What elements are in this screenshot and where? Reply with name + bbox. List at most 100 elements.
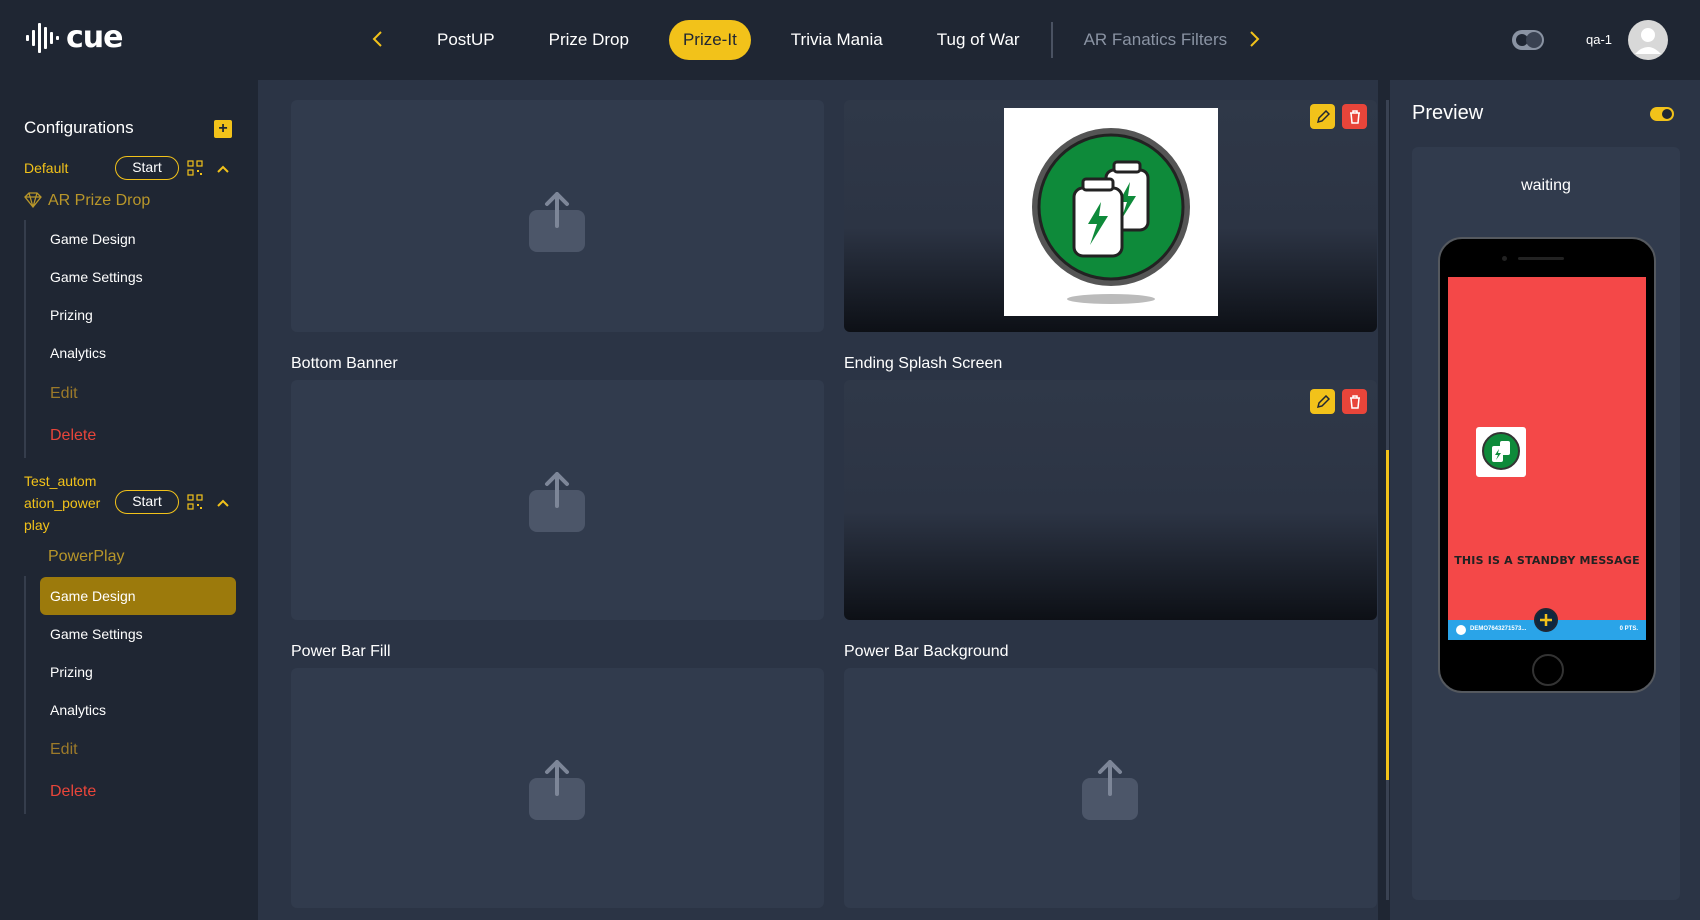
menu-edit[interactable]: Edit xyxy=(40,731,236,769)
card-label-bottom-banner: Bottom Banner xyxy=(291,355,398,372)
config-name-line: play xyxy=(24,517,50,533)
phone-score-bar: DEMO7643271573... 0 PTS. xyxy=(1448,608,1646,640)
tab-postup[interactable]: PostUP xyxy=(423,20,509,60)
upload-icon xyxy=(529,760,585,820)
menu-game-settings[interactable]: Game Settings xyxy=(40,258,236,296)
theme-toggle-knob xyxy=(1526,32,1542,48)
add-button[interactable] xyxy=(1534,608,1558,632)
qr-code-icon[interactable] xyxy=(187,494,203,510)
phone-mockup: THIS IS A STANDBY MESSAGE DEMO7643271573… xyxy=(1438,237,1656,693)
config-name-test-automation[interactable]: Test_autom ation_power play xyxy=(24,470,100,536)
edit-button[interactable] xyxy=(1310,104,1335,129)
sidebar: Configurations + Default Start AR Prize … xyxy=(0,80,258,920)
config-name-line: ation_power xyxy=(24,495,101,511)
info-icon xyxy=(1456,625,1466,635)
tree-line xyxy=(24,576,26,814)
pencil-icon xyxy=(1316,394,1330,408)
preview-container: waiting THIS IS A STANDBY MESSAGE DEMO76… xyxy=(1412,147,1680,900)
upload-card-bottom-banner[interactable] xyxy=(291,380,824,620)
qr-code-icon[interactable] xyxy=(187,160,203,176)
upload-icon xyxy=(529,472,585,532)
menu-game-design[interactable]: Game Design xyxy=(40,577,236,615)
uploaded-image xyxy=(1004,108,1218,316)
config-name-line: Test_autom xyxy=(24,473,97,489)
upload-icon xyxy=(1082,760,1138,820)
card-label-power-bar-background: Power Bar Background xyxy=(844,643,1009,660)
game-tabs: PostUP Prize Drop Prize-It Trivia Mania … xyxy=(410,20,1254,60)
card-actions xyxy=(1310,389,1367,414)
card-label-power-bar-fill: Power Bar Fill xyxy=(291,643,391,660)
scrollbar[interactable] xyxy=(1386,100,1389,900)
standby-message: THIS IS A STANDBY MESSAGE xyxy=(1454,554,1640,567)
configurations-title: Configurations xyxy=(24,118,134,137)
start-button[interactable]: Start xyxy=(115,490,179,514)
preview-panel: Preview waiting THIS IS A STANDBY MESSAG… xyxy=(1390,80,1700,920)
trash-icon xyxy=(1349,109,1360,124)
menu-analytics[interactable]: Analytics xyxy=(40,691,236,729)
pencil-icon xyxy=(1316,109,1330,123)
config-name-default[interactable]: Default xyxy=(24,157,68,179)
score-bar-left: DEMO7643271573... xyxy=(1470,626,1527,632)
delete-button[interactable] xyxy=(1342,389,1367,414)
user-icon xyxy=(1635,28,1661,54)
edit-button[interactable] xyxy=(1310,389,1335,414)
upload-card-power-bar-fill[interactable] xyxy=(291,668,824,908)
chevron-right-icon xyxy=(1250,31,1260,47)
logo-text: cue xyxy=(66,20,123,55)
phone-camera xyxy=(1502,256,1507,261)
chevron-left-icon xyxy=(372,31,382,47)
menu-prizing[interactable]: Prizing xyxy=(40,296,236,334)
diamond-icon xyxy=(24,192,42,208)
theme-toggle[interactable] xyxy=(1512,30,1544,50)
phone-speaker xyxy=(1518,257,1564,260)
delete-button[interactable] xyxy=(1342,104,1367,129)
energy-bottles-icon xyxy=(1482,432,1520,470)
image-card[interactable] xyxy=(844,100,1377,332)
tab-prize-it[interactable]: Prize-It xyxy=(668,20,751,60)
game-type-label: PowerPlay xyxy=(48,548,125,565)
preview-toggle-knob xyxy=(1662,109,1672,119)
scrollbar-thumb[interactable] xyxy=(1386,450,1389,780)
upload-card[interactable] xyxy=(291,100,824,332)
chevron-up-icon[interactable] xyxy=(216,162,230,176)
phone-home-button xyxy=(1532,654,1564,686)
menu-prizing[interactable]: Prizing xyxy=(40,653,236,691)
add-configuration-button[interactable]: + xyxy=(214,120,232,138)
top-bar: cue PostUP Prize Drop Prize-It Trivia Ma… xyxy=(0,0,1700,80)
card-actions xyxy=(1310,104,1367,129)
preview-toggle[interactable] xyxy=(1650,107,1674,121)
phone-screen: THIS IS A STANDBY MESSAGE DEMO7643271573… xyxy=(1448,277,1646,640)
menu-analytics[interactable]: Analytics xyxy=(40,334,236,372)
tab-ar-fanatics-filters[interactable]: AR Fanatics Filters xyxy=(1070,20,1242,60)
menu-edit[interactable]: Edit xyxy=(40,375,236,413)
tab-trivia-mania[interactable]: Trivia Mania xyxy=(777,20,897,60)
upload-icon xyxy=(529,192,585,252)
card-label-ending-splash-screen: Ending Splash Screen xyxy=(844,355,1003,372)
tab-prize-drop[interactable]: Prize Drop xyxy=(535,20,643,60)
preview-status: waiting xyxy=(1521,177,1571,194)
user-name[interactable]: qa-1 xyxy=(1586,32,1612,47)
tabs-prev-arrow[interactable] xyxy=(362,24,392,54)
game-type-label: AR Prize Drop xyxy=(48,192,151,209)
start-button[interactable]: Start xyxy=(115,156,179,180)
menu-game-design[interactable]: Game Design xyxy=(40,220,236,258)
tree-line xyxy=(24,220,26,458)
tab-divider xyxy=(1050,22,1053,58)
chevron-up-icon[interactable] xyxy=(216,496,230,510)
preview-title: Preview xyxy=(1412,102,1484,124)
energy-bottles-icon xyxy=(1032,128,1190,304)
upload-card-power-bar-background[interactable] xyxy=(844,668,1377,908)
screen-logo xyxy=(1476,427,1526,477)
menu-delete[interactable]: Delete xyxy=(40,417,236,455)
plus-icon xyxy=(1540,614,1552,626)
tab-tug-of-war[interactable]: Tug of War xyxy=(923,20,1034,60)
menu-game-settings[interactable]: Game Settings xyxy=(40,615,236,653)
avatar[interactable] xyxy=(1628,20,1668,60)
menu-delete[interactable]: Delete xyxy=(40,773,236,811)
tabs-next-arrow[interactable] xyxy=(1240,24,1270,54)
score-bar-right: 0 PTS. xyxy=(1619,626,1638,632)
main-content: Bottom Banner Ending Splash Screen Power… xyxy=(258,80,1378,920)
trash-icon xyxy=(1349,394,1360,409)
image-card-ending-splash-screen[interactable] xyxy=(844,380,1377,620)
cue-logo[interactable]: cue xyxy=(24,20,123,55)
